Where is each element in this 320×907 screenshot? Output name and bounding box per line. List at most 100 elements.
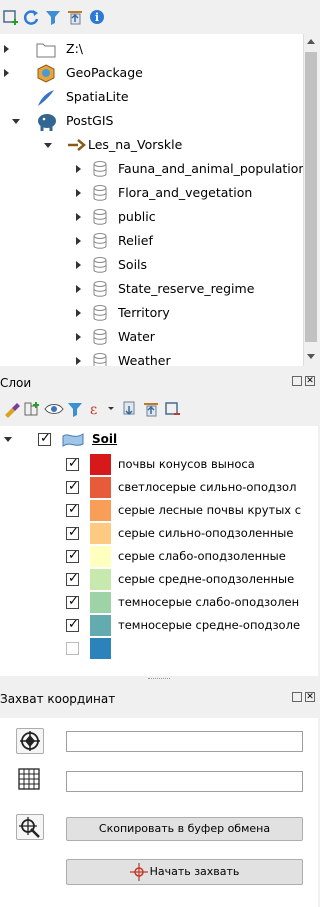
collapse-arrow-icon[interactable] [4, 437, 12, 442]
browser-scrollbar[interactable] [303, 34, 318, 366]
tree-item-schema[interactable]: Relief [0, 229, 303, 253]
tree-item-geopackage[interactable]: GeoPackage [0, 61, 303, 85]
tree-item-z-drive[interactable]: Z:\ [0, 37, 303, 61]
filter-legend-icon[interactable] [66, 400, 84, 418]
connection-icon [66, 136, 86, 154]
class-checkbox[interactable]: ✓ [66, 479, 79, 494]
collapse-all-icon[interactable] [66, 8, 84, 26]
class-color-swatch [90, 592, 111, 613]
class-checkbox[interactable]: ✓ [66, 456, 79, 471]
visibility-eye-icon[interactable] [44, 400, 64, 418]
float-panel-icon[interactable] [292, 692, 302, 702]
layers-panel-header: Слои ✕ [0, 366, 318, 396]
class-checkbox[interactable]: ✓ [66, 502, 79, 517]
scroll-up-icon[interactable] [307, 39, 315, 44]
database-schema-icon [92, 328, 110, 346]
polygon-layer-icon [62, 432, 84, 448]
browser-tree: Z:\ GeoPackage SpatiaLite PostGIS Les_na… [0, 34, 303, 366]
database-schema-icon [92, 352, 110, 366]
tree-item-schema[interactable]: Soils [0, 253, 303, 277]
tree-item-schema[interactable]: Territory [0, 301, 303, 325]
grid-icon [18, 768, 42, 792]
panel-splitter[interactable] [0, 676, 318, 683]
legend-class-row[interactable] [0, 638, 318, 660]
legend-class-row[interactable]: ✓ светлосерые сильно-оподзол [0, 477, 318, 499]
remove-layer-icon[interactable] [164, 400, 182, 418]
class-checkbox[interactable]: ✓ [66, 548, 79, 563]
layers-panel-title: Слои [0, 376, 32, 390]
add-group-icon[interactable] [22, 400, 40, 418]
collapse-all-icon[interactable] [142, 400, 160, 418]
class-color-swatch [90, 569, 111, 590]
database-schema-icon [92, 184, 110, 202]
tree-item-schema[interactable]: Fauna_and_animal_population [0, 157, 303, 181]
legend-class-row[interactable]: ✓ серые средне-оподзоленные [0, 569, 318, 591]
crs-globe-icon [20, 731, 40, 751]
svg-text:i: i [95, 11, 99, 24]
database-schema-icon [92, 232, 110, 250]
class-checkbox[interactable]: ✓ [66, 525, 79, 540]
info-icon[interactable]: i [88, 8, 106, 26]
database-schema-icon [92, 208, 110, 226]
tree-item-postgis[interactable]: PostGIS [0, 109, 303, 133]
class-color-swatch [90, 638, 111, 659]
class-color-swatch [90, 546, 111, 567]
spatialite-icon [36, 88, 54, 106]
scroll-down-icon[interactable] [307, 354, 315, 359]
legend-class-row[interactable]: ✓ темносерые слабо-оподзолен [0, 592, 318, 614]
browser-toolbar: i [0, 0, 318, 34]
class-checkbox[interactable]: ✓ [66, 571, 79, 586]
tree-item-schema[interactable]: public [0, 205, 303, 229]
close-panel-icon[interactable]: ✕ [305, 692, 315, 702]
tree-item-connection[interactable]: Les_na_Vorskle [0, 133, 303, 157]
start-capture-button[interactable]: Начать захвать [66, 859, 303, 885]
legend-class-row[interactable]: ✓ темносерые средне-оподзоле [0, 615, 318, 637]
coord-panel-body: Скопировать в буфер обмена Начать захват… [0, 718, 318, 907]
legend-class-row[interactable]: ✓ серые слабо-оподзоленные [0, 546, 318, 568]
tracking-icon [19, 817, 40, 838]
class-color-swatch [90, 523, 111, 544]
coordinate-field-1[interactable] [66, 731, 303, 752]
class-checkbox[interactable]: ✓ [66, 594, 79, 609]
refresh-icon[interactable] [22, 8, 40, 26]
layer-visibility-checkbox[interactable]: ✓ [38, 431, 51, 446]
geopackage-icon [36, 64, 55, 83]
layers-tree: ✓ Soil ✓ почвы конусов выноса ✓ светлосе… [0, 426, 318, 676]
postgis-elephant-icon [36, 112, 56, 131]
filter-icon[interactable] [44, 8, 62, 26]
coord-panel-title: Захват координат [0, 692, 116, 706]
database-schema-icon [92, 280, 110, 298]
layer-name: Soil [92, 432, 118, 446]
style-brush-icon[interactable] [2, 400, 20, 418]
class-checkbox[interactable] [66, 642, 79, 655]
svg-text:ε: ε [90, 402, 97, 418]
database-schema-icon [92, 304, 110, 322]
coordinate-field-2[interactable] [66, 771, 303, 792]
copy-coords-settings-button[interactable] [16, 814, 44, 840]
add-layer-icon[interactable] [2, 8, 20, 26]
class-checkbox[interactable]: ✓ [66, 617, 79, 632]
start-capture-label: Начать захвать [149, 865, 240, 878]
crosshair-icon [129, 863, 148, 881]
tree-item-schema[interactable]: Flora_and_vegetation [0, 181, 303, 205]
layer-row-soil[interactable]: ✓ Soil [0, 430, 318, 450]
expand-all-icon[interactable] [120, 400, 138, 418]
tree-item-schema[interactable]: Water [0, 325, 303, 349]
tree-item-schema[interactable]: State_reserve_regime [0, 277, 303, 301]
tree-item-spatialite[interactable]: SpatiaLite [0, 85, 303, 109]
copy-to-clipboard-button[interactable]: Скопировать в буфер обмена [66, 817, 303, 841]
scroll-thumb[interactable] [305, 52, 317, 342]
crs-selector-button[interactable] [16, 728, 44, 754]
class-color-swatch [90, 615, 111, 636]
legend-class-row[interactable]: ✓ серые сильно-оподзоленные [0, 523, 318, 545]
folder-icon [36, 40, 56, 58]
tree-item-schema[interactable]: Weather [0, 349, 303, 366]
class-color-swatch [90, 454, 111, 475]
layers-toolbar: ε [0, 396, 318, 424]
coord-panel-header: Захват координат ✕ [0, 683, 318, 715]
close-panel-icon[interactable]: ✕ [305, 376, 315, 386]
legend-class-row[interactable]: ✓ серые лесные почвы крутых с [0, 500, 318, 522]
filter-expression-icon[interactable]: ε [88, 400, 114, 418]
legend-class-row[interactable]: ✓ почвы конусов выноса [0, 454, 318, 476]
float-panel-icon[interactable] [292, 376, 302, 386]
